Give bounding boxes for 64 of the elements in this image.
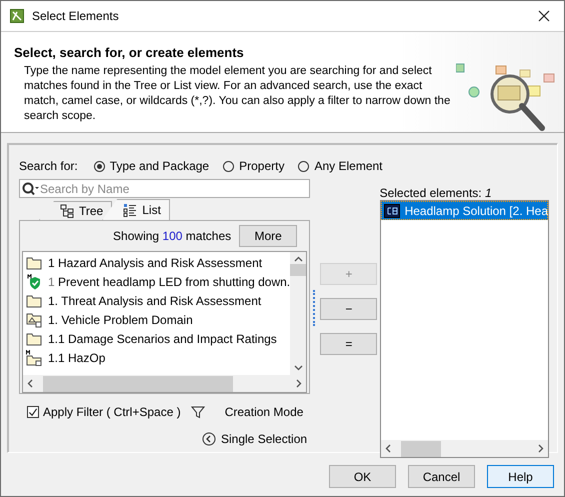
header-title: Select, search for, or create elements bbox=[14, 45, 245, 60]
result-label: 1 Hazard Analysis and Risk Assessment bbox=[48, 256, 262, 270]
search-icon bbox=[22, 182, 40, 196]
horizontal-scrollbar[interactable] bbox=[380, 440, 548, 457]
result-item[interactable]: 1. Vehicle Problem Domain bbox=[23, 310, 290, 329]
element-icon bbox=[384, 204, 400, 218]
tree-icon bbox=[60, 204, 74, 218]
view-tab[interactable]: List bbox=[102, 199, 170, 220]
folder-icon bbox=[26, 294, 42, 308]
dialog-button[interactable]: Help bbox=[487, 465, 554, 488]
app-icon bbox=[10, 9, 24, 23]
selected-element-item[interactable]: Headlamp Solution [2. Hea bbox=[380, 201, 548, 220]
list-icon bbox=[123, 203, 138, 217]
result-label: 1.1 Damage Scenarios and Impact Ratings bbox=[48, 332, 277, 346]
result-label: 1. Vehicle Problem Domain bbox=[48, 312, 193, 326]
window-title: Select Elements bbox=[32, 9, 120, 23]
radio-indicator[interactable] bbox=[94, 160, 105, 172]
view-tab[interactable]: Tree bbox=[39, 201, 112, 220]
search-type-radio[interactable]: Property bbox=[223, 159, 284, 173]
result-label: 1.1 HazOp bbox=[48, 350, 106, 364]
scroll-thumb[interactable] bbox=[290, 264, 306, 276]
more-button[interactable]: More bbox=[239, 225, 298, 247]
horizontal-scrollbar[interactable] bbox=[23, 375, 306, 392]
result-item[interactable]: 1 Hazard Analysis and Risk Assessment bbox=[23, 253, 290, 272]
scroll-left-icon[interactable] bbox=[27, 379, 33, 388]
filter-icon[interactable] bbox=[190, 406, 205, 418]
vertical-scrollbar[interactable] bbox=[290, 252, 306, 375]
collapse-left-icon[interactable] bbox=[202, 432, 216, 446]
result-item[interactable]: 1. Threat Analysis and Risk Assessment bbox=[23, 291, 290, 310]
scroll-thumb[interactable] bbox=[400, 440, 441, 456]
result-item[interactable]: 1.1 Damage Scenarios and Impact Ratings bbox=[23, 329, 290, 348]
close-icon bbox=[538, 10, 550, 22]
shield-check-icon bbox=[26, 274, 42, 290]
selected-elements-label: Selected elements: 1 bbox=[380, 186, 493, 200]
package-diagram-icon bbox=[26, 312, 42, 328]
result-label: 1. Threat Analysis and Risk Assessment bbox=[48, 294, 262, 308]
result-item[interactable]: 1 Prevent headlamp LED from shutting down. bbox=[23, 272, 290, 291]
search-type-radio[interactable]: Any Element bbox=[298, 159, 383, 173]
search-type-radio[interactable]: Type and Package bbox=[94, 159, 210, 173]
dialog-button[interactable]: OK bbox=[329, 465, 396, 488]
scroll-thumb[interactable] bbox=[43, 376, 233, 392]
scroll-left-icon[interactable] bbox=[384, 444, 391, 453]
single-selection-link[interactable]: Single Selection bbox=[221, 432, 308, 446]
creation-mode-link[interactable]: Creation Mode bbox=[224, 405, 304, 419]
radio-indicator[interactable] bbox=[223, 160, 234, 172]
scroll-right-icon[interactable] bbox=[296, 379, 302, 388]
model-folder-icon bbox=[26, 350, 42, 366]
search-for-label: Search for: bbox=[19, 159, 78, 173]
radio-indicator[interactable] bbox=[298, 160, 310, 172]
scroll-right-icon[interactable] bbox=[538, 444, 544, 453]
scroll-down-icon[interactable] bbox=[294, 365, 303, 371]
move-button[interactable]: − bbox=[320, 298, 378, 320]
move-button[interactable]: = bbox=[320, 333, 378, 355]
result-item[interactable]: 1.1 HazOp bbox=[23, 348, 290, 367]
search-field[interactable]: Search by Name bbox=[19, 179, 310, 198]
header-description: Type the name representing the model element you are searching for and select matches found in the Tree or List view. For an advanced search, use the exact match, camel case, or wildcards (*,?). You can also apply a filter to narrow down the search scope. bbox=[23, 64, 452, 124]
scroll-up-icon[interactable] bbox=[294, 256, 303, 262]
result-label: 1 Prevent headlamp LED from shutting down. bbox=[48, 274, 290, 288]
match-count-text: Showing 100 matches bbox=[113, 229, 232, 243]
apply-filter-checkbox[interactable]: Apply Filter ( Ctrl+Space ) bbox=[27, 405, 181, 419]
folder-icon bbox=[26, 332, 42, 346]
folder-icon bbox=[26, 256, 42, 270]
dialog-button[interactable]: Cancel bbox=[408, 465, 475, 488]
checkmark-icon bbox=[28, 406, 38, 418]
